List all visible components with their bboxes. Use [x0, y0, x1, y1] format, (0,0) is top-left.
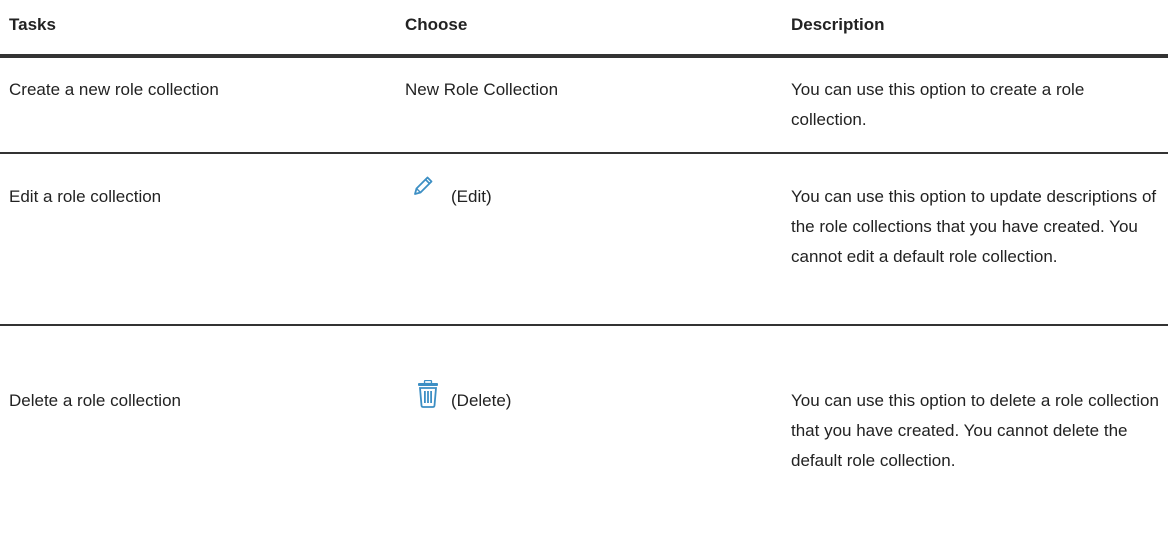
- table-row: Edit a role collection (Edit) You can us…: [0, 154, 1168, 326]
- task-cell: Create a new role collection: [9, 80, 219, 99]
- task-cell: Edit a role collection: [9, 187, 162, 206]
- task-cell: Delete a role collection: [9, 391, 181, 410]
- choose-cell: New Role Collection: [405, 80, 559, 99]
- table-row: Delete a role collection (Delete) You ca…: [0, 326, 1168, 538]
- edit-label: (Edit): [451, 187, 492, 206]
- trash-icon[interactable]: [416, 379, 440, 408]
- header-tasks: Tasks: [9, 15, 56, 34]
- pencil-icon[interactable]: [411, 174, 435, 198]
- delete-label: (Delete): [451, 391, 512, 410]
- table-header: Tasks Choose Description: [0, 0, 1168, 58]
- table-row: Create a new role collection New Role Co…: [0, 58, 1168, 154]
- description-cell: You can use this option to update descri…: [791, 187, 1157, 266]
- role-collection-task-table: Tasks Choose Description Create a new ro…: [0, 0, 1168, 538]
- header-choose: Choose: [405, 15, 468, 34]
- description-cell: You can use this option to create a role…: [791, 80, 1085, 129]
- description-cell: You can use this option to delete a role…: [791, 391, 1159, 470]
- header-description: Description: [791, 15, 885, 34]
